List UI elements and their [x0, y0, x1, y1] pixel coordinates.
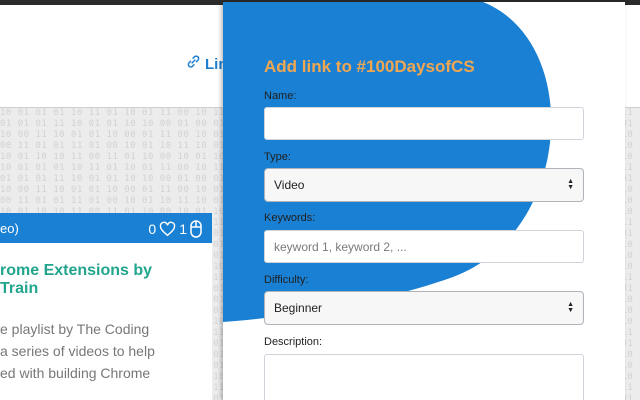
card-type-tag: eo) — [0, 221, 19, 236]
difficulty-label: Difficulty: — [264, 274, 309, 286]
select-arrows-icon: ▲ ▼ — [567, 178, 574, 191]
mouse-icon — [190, 220, 202, 238]
add-link-popup: Add link to #100DaysofCS Name: Type: Vid… — [223, 2, 625, 400]
card-title[interactable]: rome Extensions by Train — [0, 262, 212, 298]
nav-link[interactable]: Lin — [186, 54, 228, 73]
clicks-count: 1 — [179, 221, 187, 237]
card-description-line: a series of videos to help — [0, 343, 155, 359]
type-select[interactable]: Video ▲ ▼ — [264, 168, 584, 202]
difficulty-select[interactable]: Beginner ▲ ▼ — [264, 291, 584, 325]
link-icon — [186, 54, 201, 73]
keywords-input[interactable] — [264, 230, 584, 263]
name-input[interactable] — [264, 107, 584, 140]
likes-count: 0 — [148, 221, 157, 237]
resource-card[interactable]: eo) 0 1 rome Extensions by Train e playl… — [0, 213, 212, 400]
card-title-line: Train — [0, 280, 39, 297]
card-header-bar: eo) 0 1 — [0, 213, 212, 243]
card-description: e playlist by The Coding a series of vid… — [0, 318, 212, 384]
difficulty-select-value: Beginner — [274, 301, 323, 315]
card-description-line: ed with building Chrome — [0, 365, 151, 381]
card-title-line: rome Extensions by — [0, 262, 153, 279]
type-label: Type: — [264, 151, 291, 163]
description-label: Description: — [264, 336, 323, 348]
name-label: Name: — [264, 90, 297, 102]
heart-icon[interactable] — [159, 221, 176, 237]
card-description-line: e playlist by The Coding — [0, 321, 150, 337]
description-textarea[interactable] — [264, 354, 584, 400]
keywords-label: Keywords: — [264, 212, 316, 224]
card-stats: 0 1 — [148, 220, 202, 238]
type-select-value: Video — [274, 178, 305, 192]
select-arrows-icon: ▲ ▼ — [567, 301, 574, 314]
popup-title: Add link to #100DaysofCS — [264, 57, 475, 76]
